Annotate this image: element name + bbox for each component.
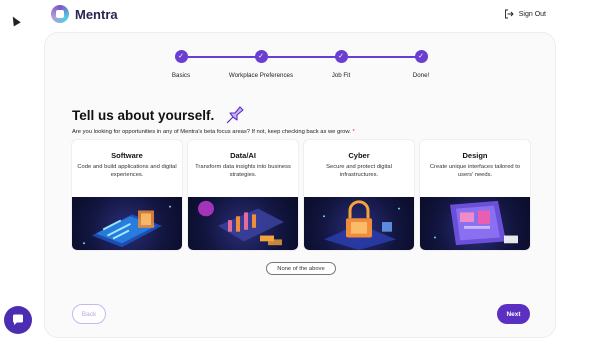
card-text: Software Code and build applications and… bbox=[72, 140, 182, 197]
card-description: Code and build applications and digital … bbox=[77, 164, 177, 179]
chat-support-button[interactable] bbox=[4, 306, 32, 334]
check-icon: ✓ bbox=[414, 50, 428, 63]
top-bar: Mentra Sign Out bbox=[0, 0, 600, 32]
page-heading: Tell us about yourself. bbox=[72, 104, 246, 126]
option-card-software[interactable]: Software Code and build applications and… bbox=[72, 140, 182, 250]
none-of-the-above-button[interactable]: None of the above bbox=[266, 262, 336, 275]
question-text: Are you looking for opportunities in any… bbox=[72, 129, 351, 135]
card-description: Transform data insights into business st… bbox=[195, 164, 291, 179]
card-text: Design Create unique interfaces tailored… bbox=[420, 140, 530, 197]
step-label: Done! bbox=[412, 72, 430, 79]
card-title: Software bbox=[111, 151, 143, 160]
card-description: Create unique interfaces tailored to use… bbox=[429, 164, 521, 179]
sign-out-icon bbox=[504, 9, 514, 19]
cyber-lock-illustration-icon bbox=[304, 197, 414, 250]
focus-question: Are you looking for opportunities in any… bbox=[72, 129, 355, 135]
back-button[interactable]: Back bbox=[72, 304, 106, 324]
progress-stepper: ✓ Basics ✓ Workplace Preferences ✓ Job F… bbox=[45, 48, 557, 88]
option-card-cyber[interactable]: Cyber Secure and protect digital infrast… bbox=[304, 140, 414, 250]
chat-icon bbox=[13, 314, 23, 325]
focus-area-options: Software Code and build applications and… bbox=[72, 140, 530, 250]
app-name: Mentra bbox=[75, 6, 118, 22]
card-title: Cyber bbox=[348, 151, 370, 160]
app-logo[interactable]: Mentra bbox=[51, 5, 118, 23]
page-title: Tell us about yourself. bbox=[72, 107, 215, 123]
card-text: Data/AI Transform data insights into bus… bbox=[188, 140, 298, 197]
onboarding-panel: ✓ Basics ✓ Workplace Preferences ✓ Job F… bbox=[44, 32, 556, 338]
mentra-logo-icon bbox=[51, 5, 69, 23]
step-basics: ✓ Basics bbox=[141, 48, 221, 79]
step-label: Job Fit bbox=[331, 72, 351, 79]
rocket-icon bbox=[226, 106, 244, 124]
mouse-cursor-icon bbox=[9, 14, 21, 27]
required-marker: * bbox=[352, 129, 355, 135]
next-button[interactable]: Next bbox=[497, 304, 530, 324]
step-label: Workplace Preferences bbox=[228, 72, 294, 79]
check-icon: ✓ bbox=[254, 50, 268, 63]
step-done: ✓ Done! bbox=[381, 48, 461, 79]
sign-out-label: Sign Out bbox=[518, 10, 546, 18]
card-title: Data/AI bbox=[230, 151, 256, 160]
data-ai-illustration-icon bbox=[188, 197, 298, 250]
option-card-design[interactable]: Design Create unique interfaces tailored… bbox=[420, 140, 530, 250]
step-job-fit: ✓ Job Fit bbox=[301, 48, 381, 79]
check-icon: ✓ bbox=[334, 50, 348, 63]
check-icon: ✓ bbox=[174, 50, 188, 63]
card-title: Design bbox=[462, 151, 488, 160]
step-label: Basics bbox=[171, 72, 191, 79]
design-illustration-icon bbox=[420, 197, 530, 250]
software-illustration-icon bbox=[72, 197, 182, 250]
card-description: Secure and protect digital infrastructur… bbox=[326, 164, 392, 179]
card-text: Cyber Secure and protect digital infrast… bbox=[304, 140, 414, 197]
sign-out-button[interactable]: Sign Out bbox=[504, 9, 546, 19]
option-card-data-ai[interactable]: Data/AI Transform data insights into bus… bbox=[188, 140, 298, 250]
step-workplace-preferences: ✓ Workplace Preferences bbox=[221, 48, 301, 79]
